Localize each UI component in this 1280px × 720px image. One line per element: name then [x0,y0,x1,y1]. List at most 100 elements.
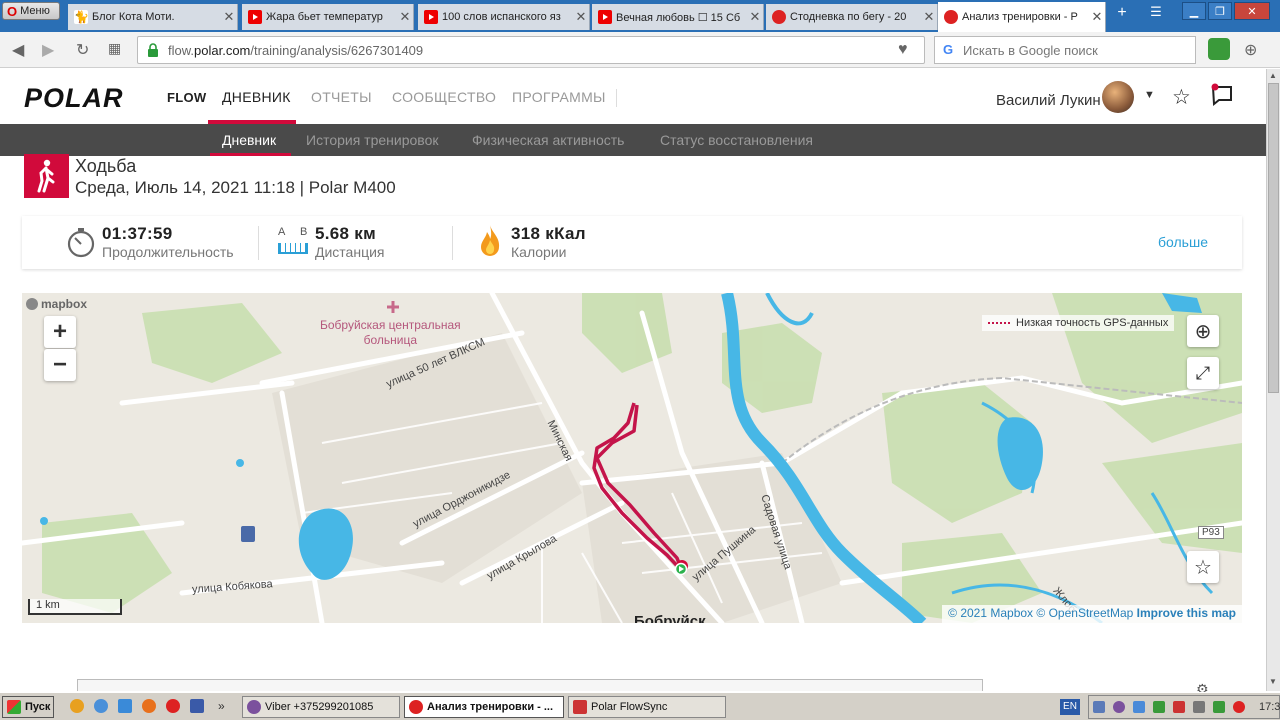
google-search-field[interactable]: G Искать в Google поиск [934,36,1196,64]
menu-label: Меню [20,5,50,17]
stat-calories: 318 кКал Калории [511,224,586,260]
opera-icon [944,10,958,24]
close-icon[interactable]: ✕ [747,9,763,25]
nav-diary[interactable]: ДНЕВНИК [222,89,291,105]
tray-antivirus-icon[interactable] [1173,701,1185,713]
close-icon[interactable]: ✕ [1089,9,1105,25]
subnav-recovery[interactable]: Статус восстановления [660,132,813,148]
opera-logo-icon: O [7,3,18,19]
tray-icon[interactable] [1133,701,1145,713]
tray-viber-icon[interactable] [1113,701,1125,713]
zoom-out-button[interactable]: − [44,349,76,381]
youtube-icon [598,10,612,24]
close-icon[interactable]: ✕ [921,9,937,25]
nav-community[interactable]: СООБЩЕСТВО [392,89,496,105]
route-map[interactable]: mapbox Бобруйская центральная больница ул… [22,293,1242,623]
nav-flow[interactable]: FLOW [167,90,206,105]
polar-logo[interactable]: POLAR [24,83,124,114]
stat-divider [258,226,259,260]
save-icon[interactable] [190,699,204,713]
tray-icon[interactable] [1193,701,1205,713]
tab-menu-icon[interactable]: ☰ [1144,4,1168,20]
browser-tab[interactable]: Стодневка по бегу - 20 ✕ [766,4,938,30]
windows-taskbar: Пуск » Viber +375299201085 Анализ тренир… [0,692,1280,720]
opera-icon[interactable] [166,699,180,713]
url-field[interactable]: flow. polar.com/training/analysis/6267301… [137,36,925,64]
activity-date: Среда, Июль 14, 2021 11:18 | Polar M400 [75,178,396,197]
star-icon[interactable]: ☆ [1172,85,1191,110]
subnav-activity[interactable]: Физическая активность [472,132,624,148]
scroll-down-icon[interactable]: ▼ [1269,677,1277,686]
address-bar-row: ◀ ▶ ↻ ▦ flow. polar.com/training/analysis… [0,32,1280,68]
nav-programs[interactable]: ПРОГРАММЫ [512,89,606,105]
partial-table-header [77,679,983,691]
subnav-history[interactable]: История тренировок [306,132,438,148]
downloads-icon[interactable]: ⊕ [1244,40,1257,60]
taskbar-label: Анализ тренировки - ... [427,701,554,713]
zoom-in-button[interactable]: + [44,316,76,348]
restore-icon[interactable]: ❐ [1208,2,1232,20]
tray-icon[interactable] [1213,701,1225,713]
scroll-up-icon[interactable]: ▲ [1269,71,1277,80]
chrome-icon[interactable] [94,699,108,713]
bookmark-heart-icon[interactable]: ♥ [898,41,920,61]
viber-icon [247,700,261,714]
app-icon[interactable] [118,699,132,713]
browser-tab-active[interactable]: Анализ тренировки - Р ✕ [938,2,1106,32]
cat-icon: 🐈 [74,10,89,24]
app-icon[interactable] [70,699,84,713]
subnav-diary[interactable]: Дневник [222,132,276,148]
fullscreen-icon[interactable]: ⤢ [1187,357,1219,389]
new-tab-icon[interactable]: + [1110,4,1134,22]
speed-dial-icon[interactable]: ▦ [108,40,121,57]
close-icon[interactable]: ✕ [573,9,589,25]
google-icon: G [943,42,954,57]
page-scrollbar[interactable]: ▲ ▼ [1266,69,1280,691]
polar-header: POLAR FLOW ДНЕВНИК ОТЧЕТЫ СООБЩЕСТВО ПРО… [0,69,1266,124]
improve-map-link[interactable]: Improve this map [1137,606,1236,620]
scrollbar-thumb[interactable] [1268,83,1279,393]
sub-navigation: Дневник История тренировок Физическая ак… [0,124,1266,156]
tab-title: Стодневка по бегу - 20 [790,11,907,23]
taskbar-item-viber[interactable]: Viber +375299201085 [242,696,400,718]
extension-icon[interactable] [1208,38,1230,60]
more-link[interactable]: больше [1158,234,1208,250]
opera-menu-button[interactable]: O Меню [2,2,60,20]
map-canvas[interactable] [22,293,1242,623]
minimize-icon[interactable]: ▁ [1182,2,1206,20]
tray-icon[interactable] [1153,701,1165,713]
mapbox-attribution[interactable]: © 2021 Mapbox [948,606,1033,620]
browser-tab[interactable]: 🐈 Блог Кота Моти. ✕ [68,4,238,30]
notification-icon[interactable] [1210,83,1234,107]
locate-icon[interactable]: ⊕ [1187,315,1219,347]
road-number-label: Р93 [1198,526,1224,539]
taskbar-label: Viber +375299201085 [265,701,374,713]
stats-bar: 01:37:59 Продолжительность A B 5.68 км Д… [22,216,1242,269]
browser-tab[interactable]: Жара бьет температур ✕ [242,4,414,30]
taskbar-item-opera[interactable]: Анализ тренировки - ... [404,696,564,718]
mapbox-logo[interactable]: mapbox [26,297,87,311]
nav-reports[interactable]: ОТЧЕТЫ [311,89,372,105]
close-icon[interactable]: ✕ [397,9,413,25]
back-icon[interactable]: ◀ [12,40,24,60]
browser-tab[interactable]: 100 слов испанского яз ✕ [418,4,590,30]
tray-opera-icon[interactable] [1233,701,1245,713]
close-icon[interactable]: ✕ [221,9,237,25]
forward-icon[interactable]: ▶ [42,40,54,60]
avatar[interactable] [1102,81,1134,113]
reload-icon[interactable]: ↻ [76,40,89,60]
firefox-icon[interactable] [142,699,156,713]
user-name[interactable]: Василий Лукин [996,92,1101,109]
chevron-down-icon[interactable]: ▼ [1144,89,1155,101]
window-close-icon[interactable]: ✕ [1234,2,1270,20]
taskbar-item-flowsync[interactable]: Polar FlowSync [568,696,726,718]
clock[interactable]: 17:32 [1259,701,1280,713]
tray-icon[interactable] [1093,701,1105,713]
start-button[interactable]: Пуск [2,696,54,718]
legend-label: Низкая точность GPS-данных [1016,317,1169,329]
overflow-chevron-icon[interactable]: » [218,699,225,713]
osm-attribution[interactable]: © OpenStreetMap [1036,606,1133,620]
language-indicator[interactable]: EN [1060,699,1080,715]
browser-tab[interactable]: Вечная любовь ☐ 15 Сб ✕ [592,4,764,30]
favorite-star-icon[interactable]: ☆ [1187,551,1219,583]
